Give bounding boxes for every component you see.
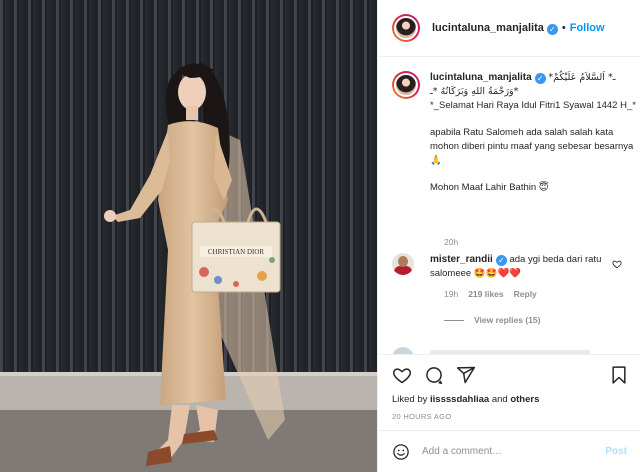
- divider-line: [444, 319, 464, 321]
- commenter-avatar[interactable]: [392, 253, 414, 275]
- liked-by-user[interactable]: iissssdahliaa: [430, 394, 489, 405]
- emoji-icon[interactable]: [392, 443, 410, 461]
- bookmark-icon[interactable]: [609, 365, 629, 385]
- verified-badge-icon: ✓: [495, 255, 507, 266]
- liked-by: Liked by iissssdahliaa and others: [392, 394, 540, 405]
- instagram-post: CHRISTIAN DIOR lucintaluna_manjalita ✓ • …: [0, 0, 640, 472]
- comment-like-heart-icon[interactable]: [612, 259, 622, 269]
- follow-button[interactable]: Follow: [570, 22, 605, 34]
- post-comment-button[interactable]: Post: [605, 446, 627, 457]
- post-photo[interactable]: CHRISTIAN DIOR: [0, 0, 377, 472]
- comment-input[interactable]: [422, 446, 606, 457]
- comment-body: mister_randii ✓ ada ygi beda dari ratu sa…: [430, 253, 614, 281]
- header-username[interactable]: lucintaluna_manjalita ✓: [432, 22, 558, 35]
- header-separator: •: [561, 22, 566, 34]
- comment-icon[interactable]: [424, 365, 444, 385]
- verified-badge-icon: ✓: [546, 23, 558, 35]
- caption-avatar[interactable]: [392, 71, 420, 99]
- caption-time[interactable]: 20h: [444, 237, 458, 247]
- comment-username[interactable]: mister_randii: [430, 254, 493, 265]
- post-actions: Liked by iissssdahliaa and others 20 HOU…: [378, 354, 640, 440]
- post-time-ago[interactable]: 20 HOURS AGO: [392, 412, 451, 421]
- share-icon[interactable]: [456, 365, 476, 385]
- post-header: lucintaluna_manjalita ✓ • Follow: [378, 0, 640, 57]
- caption-username[interactable]: lucintaluna_manjalita: [430, 72, 532, 83]
- comments-section[interactable]: lucintaluna_manjalita ✓ *ـ* اَلسَّلاَمُ ع…: [378, 57, 640, 354]
- photo-woman-with-dior-bag: CHRISTIAN DIOR: [0, 0, 377, 472]
- comment-likes[interactable]: 219 likes: [468, 289, 503, 299]
- comment-reply-button[interactable]: Reply: [514, 289, 537, 299]
- comment-time[interactable]: 19h: [444, 289, 458, 299]
- heart-icon[interactable]: [392, 365, 412, 385]
- post-sidebar: lucintaluna_manjalita ✓ • Follow lucintal…: [377, 0, 640, 472]
- liked-by-others[interactable]: others: [510, 394, 539, 405]
- bag-brand-text: CHRISTIAN DIOR: [208, 248, 265, 256]
- next-commenter-avatar: [392, 347, 414, 354]
- view-replies-button[interactable]: View replies (15): [444, 315, 540, 325]
- caption-apology: apabila Ratu Salomeh ada salah salah kat…: [430, 127, 634, 166]
- comment-meta: 19h 219 likes Reply: [444, 289, 537, 299]
- add-comment-bar: Post: [378, 430, 640, 472]
- header-avatar[interactable]: [392, 14, 420, 42]
- caption-closing: Mohon Maaf Lahir Bathin 😇: [430, 182, 549, 193]
- verified-badge-icon: ✓: [534, 73, 546, 84]
- caption-eid-greeting: *_Selamat Hari Raya Idul Fitri1 Syawal 1…: [430, 100, 636, 111]
- caption-body: lucintaluna_manjalita ✓ *ـ* اَلسَّلاَمُ ع…: [430, 71, 636, 208]
- next-comment-peek: [392, 347, 592, 354]
